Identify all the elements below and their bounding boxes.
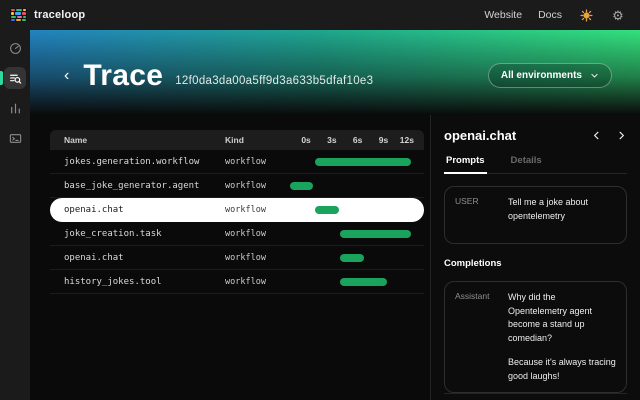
tab-prompts[interactable]: Prompts [444,155,487,173]
prompt-text: Tell me a joke about opentelemetry [508,196,616,234]
span-kind: workflow [225,253,285,263]
completions-heading: Completions [444,258,627,269]
detail-tabs: Prompts Details [444,155,627,174]
trace-header: ‹ Trace 12f0da3da00a5ff9d3a633b5dfaf10e3… [30,30,640,115]
completion-role: Assistant [455,291,497,383]
prompt-message-card: USER Tell me a joke about opentelemetry [444,186,627,244]
table-row[interactable]: openai.chat workflow [50,198,424,222]
table-row[interactable]: jokes.generation.workflow workflow [50,150,424,174]
completion-text: Why did the Opentelemetry agent become a… [508,291,616,383]
back-button[interactable]: ‹ [64,68,69,84]
span-kind: workflow [225,277,285,287]
time-tick: 9s [362,135,388,145]
span-name: openai.chat [50,205,225,215]
span-name: history_jokes.tool [50,277,225,287]
span-name: jokes.generation.workflow [50,157,225,167]
sidebar-item-playground[interactable] [4,127,26,149]
table-row[interactable]: history_jokes.tool workflow [50,270,424,294]
table-row[interactable]: openai.chat workflow [50,246,424,270]
top-bar: traceloop Website Docs ⚙ [0,0,640,30]
traceloop-app: traceloop Website Docs ⚙ [0,0,640,400]
next-span-chevron-right-icon[interactable] [616,130,627,141]
table-row[interactable]: joke_creation.task workflow [50,222,424,246]
table-row[interactable]: base_joke_generator.agent workflow [50,174,424,198]
environment-filter-dropdown[interactable]: All environments [488,63,612,88]
span-detail-panel: openai.chat Prompts Details USER Tell me… [430,115,640,400]
sidebar-item-dashboard[interactable] [4,37,26,59]
prev-span-chevron-left-icon[interactable] [591,130,602,141]
settings-gear-icon[interactable]: ⚙ [610,7,626,23]
timeline-axis: 0s3s6s9s12s [285,135,414,145]
span-name: base_joke_generator.agent [50,181,225,191]
span-name: joke_creation.task [50,229,225,239]
trace-id: 12f0da3da00a5ff9d3a633b5dfaf10e3 [175,75,373,87]
duration-bar [315,158,411,166]
active-indicator [0,71,3,85]
time-tick: 0s [285,135,311,145]
environment-filter-value: All environments [501,70,582,81]
column-header-name: Name [50,135,225,145]
sidebar-nav [0,30,30,400]
panel-footer: Export Refine [444,393,627,400]
table-body: jokes.generation.workflow workflow base_… [50,150,424,294]
duration-bar [340,278,387,286]
completion-message-card: Assistant Why did the Opentelemetry agen… [444,281,627,393]
span-kind: workflow [225,181,285,191]
span-kind: workflow [225,157,285,167]
theme-toggle-sun-icon[interactable] [578,7,594,23]
span-kind: workflow [225,229,285,239]
span-detail-title: openai.chat [444,128,516,143]
sidebar-item-metrics[interactable] [4,97,26,119]
column-header-kind: Kind [225,135,285,145]
brand-name: traceloop [34,9,85,21]
tab-details[interactable]: Details [509,155,544,173]
duration-bar [290,182,314,190]
traceloop-logo[interactable]: traceloop [10,8,85,22]
time-tick: 12s [388,135,414,145]
span-name: openai.chat [50,253,225,263]
spans-waterfall: Name Kind 0s3s6s9s12s jokes.generation.w… [30,115,430,400]
time-tick: 6s [337,135,363,145]
prompt-role: USER [455,196,497,234]
sidebar-item-traces[interactable] [4,67,26,89]
docs-link[interactable]: Docs [538,9,562,21]
main-area: Name Kind 0s3s6s9s12s jokes.generation.w… [30,115,640,400]
span-kind: workflow [225,205,285,215]
traceloop-logo-icon [10,8,27,22]
duration-bar [315,206,340,214]
duration-bar [340,230,412,238]
chevron-down-icon [590,71,599,80]
time-tick: 3s [311,135,337,145]
page-title: Trace [83,59,163,93]
table-header: Name Kind 0s3s6s9s12s [50,130,424,150]
website-link[interactable]: Website [484,9,522,21]
duration-bar [340,254,365,262]
